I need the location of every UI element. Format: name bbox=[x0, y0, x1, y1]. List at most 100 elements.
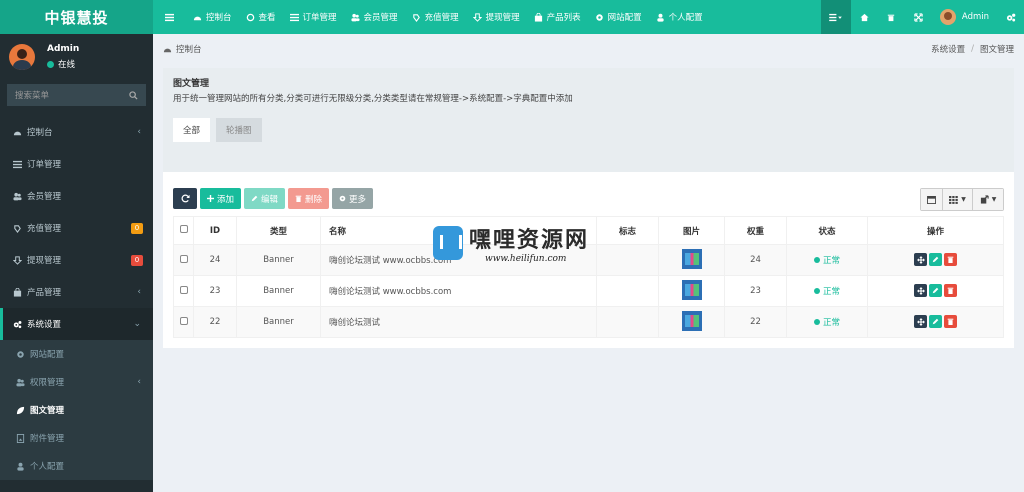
more-button[interactable]: 更多 bbox=[332, 188, 374, 209]
move-icon bbox=[916, 255, 925, 264]
row-checkbox[interactable] bbox=[179, 316, 188, 325]
dashboard-icon bbox=[193, 16, 202, 20]
column-header[interactable]: ID bbox=[193, 216, 237, 245]
brand-logo[interactable]: 中银慧投 bbox=[0, 0, 153, 34]
toggle-view-button[interactable] bbox=[921, 189, 943, 210]
row-edit-button[interactable] bbox=[929, 284, 942, 298]
home-button[interactable] bbox=[851, 0, 878, 34]
user-icon bbox=[656, 13, 664, 22]
recharge-icon bbox=[412, 13, 420, 22]
top-header: 中银慧投 控制台 查看 订单管理 会员管理 充值管理 提现管理 产品列表 网站配… bbox=[0, 0, 1024, 34]
thumbnail-image[interactable] bbox=[681, 310, 702, 331]
column-header[interactable]: 状态 bbox=[786, 216, 868, 245]
sidebar-item-profile[interactable]: 个人配置 bbox=[0, 452, 153, 480]
user-menu[interactable]: Admin bbox=[932, 0, 997, 34]
export-button[interactable]: ▼ bbox=[973, 189, 1003, 210]
select-all-cell bbox=[173, 216, 194, 245]
topnav-recharge[interactable]: 充值管理 bbox=[405, 0, 466, 34]
sidebar-search[interactable]: 搜索菜单 bbox=[7, 84, 146, 106]
status-label: 正常 bbox=[822, 287, 840, 297]
add-button[interactable]: 添加 bbox=[200, 188, 242, 209]
columns-toggle-button[interactable]: ▼ bbox=[943, 189, 973, 210]
row-edit-button[interactable] bbox=[929, 253, 942, 267]
tab-all[interactable]: 全部 bbox=[173, 118, 211, 142]
topnav-members[interactable]: 会员管理 bbox=[344, 0, 405, 34]
thumbnail-image[interactable] bbox=[681, 248, 702, 269]
page-description: 用于统一管理网站的所有分类,分类可进行无限级分类,分类类型请在常规管理->系统配… bbox=[173, 94, 573, 104]
column-header[interactable]: 标志 bbox=[596, 216, 659, 245]
sidebar: Admin 在线 搜索菜单 控制台 ‹ 订单管理 会员管理 充值管理 0 提现管… bbox=[0, 34, 153, 492]
move-icon bbox=[916, 286, 925, 295]
row-delete-button[interactable] bbox=[944, 315, 957, 329]
topnav-dashboard[interactable]: 控制台 bbox=[186, 0, 239, 34]
column-header[interactable]: 类型 bbox=[236, 216, 321, 245]
sidebar-item-products[interactable]: 产品管理 ‹ bbox=[0, 276, 153, 308]
breadcrumb-item[interactable]: 系统设置 bbox=[931, 43, 965, 55]
drag-sort-button[interactable] bbox=[914, 253, 927, 267]
fullscreen-button[interactable] bbox=[905, 0, 932, 34]
edit-button[interactable]: 编辑 bbox=[244, 188, 286, 209]
sidebar-item-site-config[interactable]: 网站配置 bbox=[0, 340, 153, 368]
topnav-profile[interactable]: 个人配置 bbox=[649, 0, 710, 34]
sidebar-item-orders[interactable]: 订单管理 bbox=[0, 148, 153, 180]
cell-image bbox=[658, 306, 725, 338]
search-icon[interactable] bbox=[129, 90, 138, 100]
sidebar-item-permissions[interactable]: 权限管理 ‹ bbox=[0, 368, 153, 396]
topnav-view[interactable]: 查看 bbox=[239, 0, 283, 34]
top-nav: 控制台 查看 订单管理 会员管理 充值管理 提现管理 产品列表 网站配置 个人配… bbox=[153, 0, 710, 34]
sidebar-item-members[interactable]: 会员管理 bbox=[0, 180, 153, 212]
drag-sort-button[interactable] bbox=[914, 315, 927, 329]
sidebar-item-system-settings[interactable]: 系统设置 ⌄ bbox=[0, 308, 153, 340]
status-badge[interactable]: 正常 bbox=[813, 285, 840, 297]
cell-type: Banner bbox=[236, 244, 321, 276]
drag-sort-button[interactable] bbox=[914, 284, 927, 298]
sidebar-item-label: 会员管理 bbox=[27, 192, 62, 202]
select-all-checkbox[interactable] bbox=[179, 225, 188, 233]
topnav-orders[interactable]: 订单管理 bbox=[283, 0, 344, 34]
row-checkbox[interactable] bbox=[179, 254, 188, 263]
sidebar-item-recharge[interactable]: 充值管理 0 bbox=[0, 212, 153, 244]
sidebar-item-dashboard[interactable]: 控制台 ‹ bbox=[0, 116, 153, 148]
topnav-site-config[interactable]: 网站配置 bbox=[588, 0, 649, 34]
search-input[interactable]: 搜索菜单 bbox=[15, 89, 49, 101]
topnav-withdraw[interactable]: 提现管理 bbox=[466, 0, 527, 34]
refresh-button[interactable] bbox=[173, 188, 197, 209]
table-row[interactable]: 23 Banner 嗨创论坛测试 www.ocbbs.com 23 正常 bbox=[173, 275, 1004, 307]
watermark-url: www.heilifun.com bbox=[485, 254, 567, 264]
cell-flag bbox=[596, 244, 659, 276]
breadcrumb-home[interactable]: 控制台 bbox=[163, 43, 202, 55]
sidebar-toggle-button[interactable] bbox=[153, 0, 186, 34]
status-badge[interactable]: 正常 bbox=[813, 316, 840, 328]
tab-carousel[interactable]: 轮播图 bbox=[216, 118, 262, 142]
status-badge[interactable]: 正常 bbox=[813, 254, 840, 266]
move-icon bbox=[916, 317, 925, 326]
withdraw-icon bbox=[13, 255, 22, 265]
cell-id: 23 bbox=[193, 275, 237, 307]
clear-cache-button[interactable] bbox=[878, 0, 905, 34]
column-header[interactable]: 权重 bbox=[724, 216, 787, 245]
sidebar-item-withdraw[interactable]: 提现管理 0 bbox=[0, 244, 153, 276]
cell-flag bbox=[596, 306, 659, 338]
nav-dropdown-button[interactable] bbox=[820, 0, 851, 34]
topnav-products[interactable]: 产品列表 bbox=[527, 0, 588, 34]
cell-actions bbox=[867, 306, 1004, 338]
thumbnail-image[interactable] bbox=[681, 279, 702, 300]
trash-icon bbox=[295, 195, 302, 202]
column-header[interactable]: 图片 bbox=[658, 216, 725, 245]
recharge-icon bbox=[14, 224, 21, 233]
row-edit-button[interactable] bbox=[929, 315, 942, 329]
row-delete-button[interactable] bbox=[944, 284, 957, 298]
settings-button[interactable] bbox=[997, 0, 1024, 34]
watermark-title: 嘿哩资源网 bbox=[469, 228, 590, 253]
row-delete-button[interactable] bbox=[944, 253, 957, 267]
row-checkbox[interactable] bbox=[179, 285, 188, 294]
cell-weight: 24 bbox=[724, 244, 787, 276]
table-row[interactable]: 22 Banner 嗨创论坛测试 22 正常 bbox=[173, 306, 1004, 338]
sidebar-item-attachments[interactable]: 附件管理 bbox=[0, 424, 153, 452]
online-dot-icon bbox=[47, 60, 54, 68]
chevron-left-icon: ‹ bbox=[137, 377, 141, 387]
topnav-label: 控制台 bbox=[206, 13, 232, 23]
dashboard-icon bbox=[13, 131, 22, 135]
delete-button[interactable]: 删除 bbox=[288, 188, 330, 209]
sidebar-item-graphics[interactable]: 图文管理 bbox=[0, 396, 153, 424]
